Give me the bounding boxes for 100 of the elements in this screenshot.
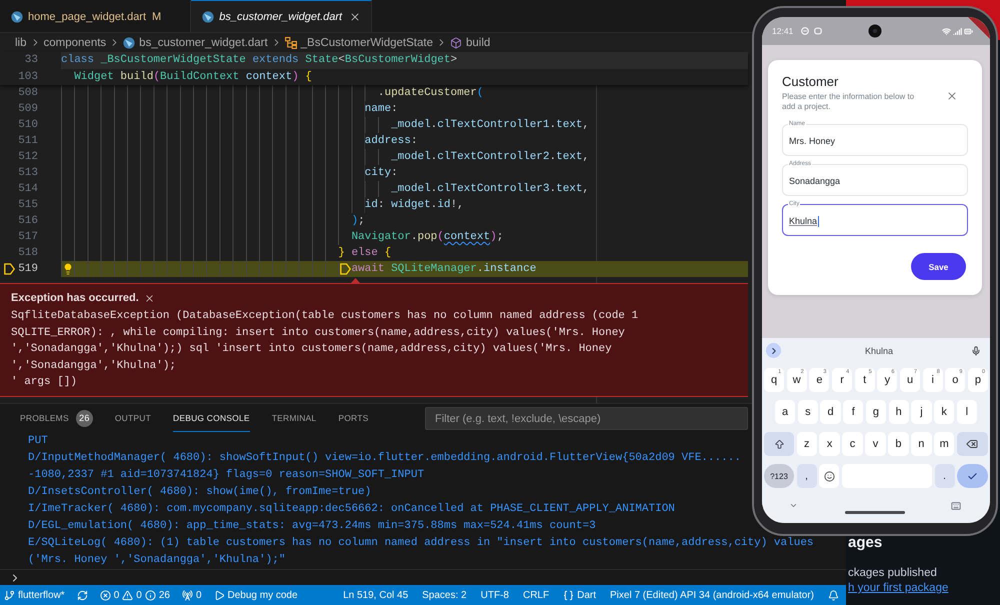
dialog-title: Customer (782, 74, 840, 90)
file-icon (11, 10, 23, 22)
error-icon (100, 590, 111, 600)
page-link[interactable]: h your first package (848, 581, 948, 596)
problems-status[interactable]: 0 0 26 (100, 585, 170, 605)
code-line: ); (351, 214, 365, 229)
keyboard-key[interactable]: . (934, 464, 954, 488)
code-line: name: (364, 102, 398, 117)
lightbulb-icon[interactable] (62, 263, 74, 275)
wifi-icon (942, 26, 951, 36)
language-status[interactable]: Dart (563, 585, 596, 605)
panel-tab[interactable]: DEBUG CONSOLE (173, 405, 250, 432)
close-icon[interactable] (349, 10, 362, 22)
ports-status[interactable]: 0 (182, 585, 202, 605)
signal-icon (953, 26, 962, 36)
keyboard-key[interactable]: z (796, 432, 817, 456)
battery-icon (964, 26, 973, 36)
code-line: id: widget.id!, (364, 198, 464, 213)
dialog-subtitle: Please enter the information below to add a project. (782, 92, 916, 111)
branch-status[interactable]: flutterflow* (4, 585, 65, 605)
exception-title: Exception has occurred. (11, 292, 139, 304)
line-number: 513 (18, 166, 38, 181)
debug-status[interactable]: Debug my code (214, 585, 298, 605)
keyboard-key[interactable]: j (911, 400, 932, 424)
file-icon (123, 36, 136, 48)
code-line: Widget build(BuildContext context) { (74, 70, 312, 85)
warning-icon (122, 590, 134, 600)
panel-tab[interactable]: TERMINAL (272, 405, 316, 432)
line-number: 511 (18, 134, 38, 149)
editor-tab[interactable]: bs_customer_widget.dart (191, 0, 372, 32)
line-number: 512 (18, 150, 38, 165)
code-line: .updateCustomer( (378, 86, 484, 101)
status-item[interactable]: CRLF (522, 585, 550, 605)
keyboard-key[interactable]: v (865, 432, 886, 456)
cursor-position[interactable]: Ln 519, Col 45 (343, 585, 408, 605)
microphone-icon[interactable] (971, 346, 981, 356)
symbols-key[interactable]: ?123 (764, 464, 794, 488)
status-item[interactable]: UTF-8 (480, 585, 509, 605)
line-number: 518 (18, 246, 38, 261)
line-number: 516 (18, 214, 38, 229)
keyboard-key[interactable]: x (819, 432, 840, 456)
status-item[interactable]: Spaces: 2 (422, 585, 467, 605)
suggestion-word[interactable]: Khulna (864, 346, 894, 356)
keyboard-key[interactable]: g (866, 400, 886, 424)
save-button[interactable]: Save (911, 253, 966, 280)
keyboard-key[interactable]: n (911, 432, 932, 456)
close-icon[interactable] (946, 90, 958, 102)
code-line: _model.clTextController3.text, (391, 182, 590, 197)
breadcrumb-item[interactable]: build (450, 36, 490, 48)
console-line: D/InsetsController( 4680): show(ime(), fromIme=true) (28, 486, 372, 498)
keyboard-menu-button[interactable] (766, 343, 781, 358)
console-line: -1080,2337 #1 aid=1073741824} flags=0 reason=SHOW_SOFT_INPUT (28, 469, 424, 481)
backspace-key[interactable] (956, 432, 988, 456)
keyboard-icon[interactable] (951, 500, 961, 510)
keyboard-key[interactable]: d (820, 400, 841, 424)
keyboard-key[interactable]: f (843, 400, 864, 424)
notification-icon (801, 27, 810, 35)
keyboard-key[interactable]: k (934, 400, 954, 424)
keyboard-key[interactable]: s (798, 400, 818, 424)
keyboard-key[interactable]: a (775, 400, 796, 424)
panel-tab[interactable]: PORTS (338, 405, 368, 432)
debug-arrow-icon (4, 263, 14, 275)
debug-arrow-icon (340, 263, 352, 275)
sync-icon[interactable] (76, 590, 88, 600)
line-number: 509 (18, 102, 38, 117)
chevron-down-icon[interactable] (789, 501, 798, 510)
page-text: ckages published (848, 566, 937, 581)
arrow-up-icon (774, 438, 784, 450)
console-line: I/ImeTracker( 4680): com.mycompany.sqliteapp:dec56662: onCancelled at PHASE_CLIENT_APPLY_ANIMATION (28, 503, 675, 515)
exception-message: SqfliteDatabaseException (DatabaseException(table customers has no column named address (code 1 SQLITE_ERROR): , while compiling: insert into customers(name,address,city) values('Mrs. Honey ','Sonadangga','Khulna');) sql 'insert into customers(name,address,city) values('Mrs. Honey ','Sonadangga','Khulna'); ' args []) (11, 309, 638, 390)
filter-field[interactable]: Filter (e.g. text, !exclude, \escape) (425, 407, 748, 430)
breadcrumb-item[interactable]: lib (15, 36, 27, 48)
keyboard-key[interactable]: h (888, 400, 909, 424)
line-number: 103 (17, 70, 38, 84)
home-indicator (844, 511, 904, 514)
breadcrumb-item[interactable]: bs_customer_widget.dart (123, 36, 268, 48)
console-line: E/SQLiteLog( 4680): (1) table customers has no column named address in "insert into customers(name,address,city) values (28, 537, 814, 549)
code-line: address: (364, 134, 418, 149)
keyboard-key[interactable]: l (956, 400, 977, 424)
notification-icon (814, 27, 822, 35)
code-line: class _BsCustomerWidgetState extends State<BsCustomerWidget> (61, 53, 458, 68)
console-line: ('Mrs. Honey ','Sonadangga','Khulna');" (28, 554, 286, 566)
keyboard-key[interactable]: , (796, 464, 816, 488)
panel-tab[interactable]: OUTPUT (114, 405, 151, 432)
keyboard-key[interactable]: b (888, 432, 909, 456)
breadcrumb-item[interactable]: _BsCustomerWidgetState (284, 36, 433, 48)
cube-icon (450, 36, 462, 48)
antenna-icon (182, 590, 193, 600)
breadcrumb-item[interactable]: components (44, 36, 106, 48)
keyboard-key[interactable]: m (934, 432, 954, 456)
bell-icon[interactable] (828, 590, 839, 600)
shift-key[interactable] (764, 432, 794, 456)
panel-tab[interactable]: PROBLEMS 26 (20, 405, 93, 432)
status-item[interactable]: Pixel 7 (Edited) API 34 (android-x64 emulator) (610, 585, 814, 605)
class-symbol-icon (284, 36, 297, 48)
line-number: 519 (18, 262, 38, 277)
emoji-key[interactable] (819, 464, 839, 488)
keyboard-key[interactable]: c (842, 432, 863, 456)
close-icon[interactable] (144, 292, 155, 304)
backspace-icon (966, 438, 978, 450)
